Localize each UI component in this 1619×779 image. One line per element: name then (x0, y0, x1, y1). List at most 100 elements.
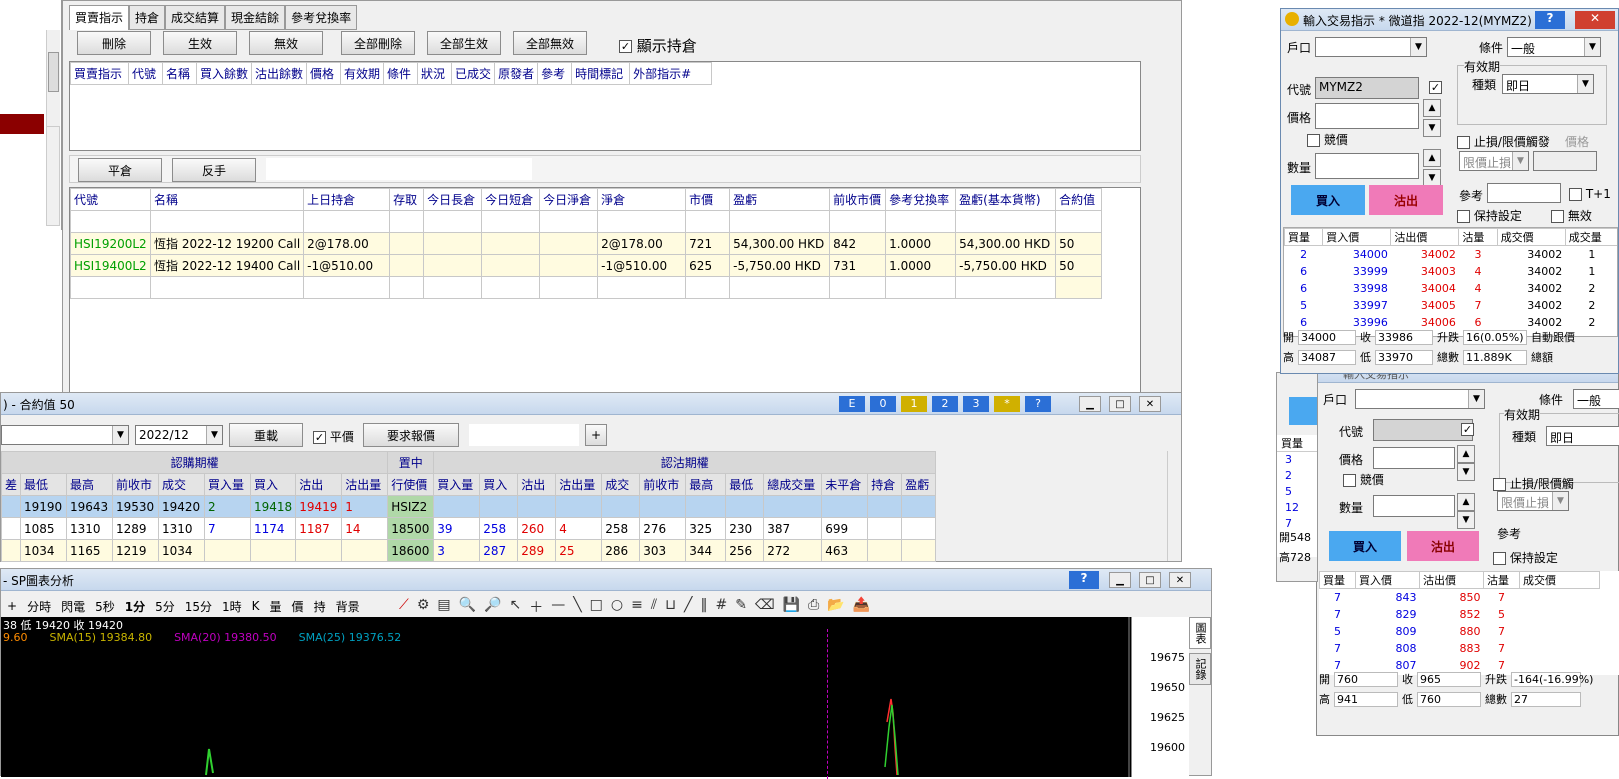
depth-row[interactable]: 6 33996 34006 6 34002 2 (1285, 314, 1618, 331)
orders-col-header[interactable]: 條件 (383, 62, 419, 85)
delete-all-button[interactable]: 全部刪除 (341, 31, 415, 55)
orders-col-header[interactable]: 外部指示# (629, 62, 713, 85)
depth-row[interactable]: 2 34000 34002 3 34002 1 (1285, 246, 1618, 263)
deactivate-all-button[interactable]: 全部無效 (513, 31, 587, 55)
help-button[interactable]: ? (1069, 571, 1099, 589)
order2-price-input[interactable] (1373, 447, 1455, 469)
order2-account-select[interactable]: ▼ (1355, 389, 1485, 409)
orders-col-header[interactable]: 沽出餘數 (251, 62, 308, 85)
chart-toolbar-item[interactable]: 量 (270, 598, 282, 615)
positions-col-header[interactable]: 今日淨倉 (539, 188, 599, 211)
orders-col-header[interactable]: 狀況 (417, 62, 453, 85)
positions-col-header[interactable]: 淨倉 (597, 188, 687, 211)
put-col-header[interactable]: 未平倉 (821, 473, 869, 496)
left-selected-row[interactable] (0, 114, 44, 134)
maximize-icon[interactable]: □ (1139, 572, 1161, 588)
order1-type-select[interactable]: 即日 ▼ (1502, 74, 1594, 94)
order1-buy-button[interactable]: 買入 (1291, 185, 1365, 215)
put-col-header[interactable]: 最低 (725, 473, 765, 496)
call-col-header[interactable]: 買入 (250, 473, 297, 496)
chart-toolbar-item[interactable]: + (7, 599, 17, 613)
chart-toolbar-item[interactable]: 價 (292, 598, 304, 615)
deactivate-button[interactable]: 無效 (249, 31, 323, 55)
maximize-icon[interactable]: □ (1109, 396, 1131, 412)
orders-col-header[interactable]: 有效期 (340, 62, 385, 85)
positions-col-header[interactable]: 前收市價 (829, 188, 887, 211)
orders-col-header[interactable]: 買入餘數 (195, 62, 253, 85)
channel-icon[interactable]: ≡ (631, 597, 643, 617)
order1-sell-button[interactable]: 沽出 (1369, 185, 1443, 215)
put-col-header[interactable]: 買入 (479, 473, 519, 496)
order1-keep-checkbox[interactable]: 保持設定 (1457, 207, 1522, 224)
order2-keep-checkbox[interactable]: 保持設定 (1493, 549, 1558, 566)
positions-col-header[interactable]: 名稱 (149, 188, 305, 211)
table-row[interactable]: 1034 1165 1219 1034 18600 3 287 289 25 286 303 344 2… (1, 539, 937, 562)
chart-toolbar-item[interactable]: 5秒 (95, 598, 115, 615)
order1-stop-select[interactable]: 限價止損 ▼ (1459, 151, 1529, 171)
put-col-header[interactable]: 前收市 (639, 473, 687, 496)
order2-bid-checkbox[interactable]: 競價 (1343, 471, 1384, 488)
minimize-icon[interactable]: ▁ (1109, 572, 1131, 588)
chart-toolbar-item[interactable]: 15分 (185, 598, 212, 615)
order2-price-down[interactable]: ▼ (1457, 463, 1475, 481)
call-col-header[interactable]: 差 (1, 473, 22, 496)
put-col-header[interactable]: 買入量 (433, 473, 481, 496)
order1-help-button[interactable]: ? (1535, 11, 1565, 29)
reload-button[interactable]: 重載 (229, 423, 303, 447)
positions-col-header[interactable]: 今日短倉 (481, 188, 541, 211)
request-quote-button[interactable]: 要求報價 (363, 423, 459, 447)
tab-orders[interactable]: 買賣指示 (69, 5, 130, 30)
positions-col-header[interactable]: 盈虧 (729, 188, 831, 211)
reverse-button[interactable]: 反手 (172, 158, 256, 182)
order2-qty-down[interactable]: ▼ (1457, 511, 1475, 529)
call-col-header[interactable]: 沽出 (295, 473, 343, 496)
orders-col-header[interactable]: 時間標記 (571, 62, 631, 85)
close-icon[interactable]: ✕ (1139, 396, 1161, 412)
order1-price-input[interactable] (1315, 103, 1419, 129)
export-icon[interactable]: 📤 (853, 597, 870, 617)
chart-toolbar-item[interactable]: 背景 (336, 598, 360, 615)
positions-col-header[interactable]: 今日長倉 (423, 188, 483, 211)
tab-positions[interactable]: 持倉 (129, 5, 166, 30)
print-icon[interactable]: ⎙ (808, 597, 819, 617)
positions-col-header[interactable]: 合約值 (1055, 188, 1103, 211)
options-toolbar-button[interactable]: * (994, 396, 1020, 412)
ruler-icon[interactable]: ⊔ (665, 597, 676, 617)
call-col-header[interactable]: 最高 (66, 473, 114, 496)
crosshair-icon[interactable]: ＋ (529, 597, 543, 617)
indicator-icon[interactable]: ⚙ (417, 597, 430, 617)
chart-toolbar-item[interactable]: 持 (314, 598, 326, 615)
show-positions-checkbox[interactable]: ✓ 顯示持倉 (619, 35, 697, 56)
order2-buy-button[interactable]: 買入 (1329, 531, 1401, 561)
flat-price-checkbox[interactable]: ✓ 平價 (313, 428, 354, 445)
positions-col-header[interactable]: 代號 (70, 188, 151, 211)
put-col-header[interactable]: 沽出 (517, 473, 557, 496)
chart-toolbar-item[interactable]: 5分 (155, 598, 175, 615)
tab-cash[interactable]: 現金結餘 (225, 5, 286, 30)
positions-filter-input[interactable] (266, 158, 532, 180)
tab-log[interactable]: 記錄 (1189, 653, 1211, 685)
strike-col-header[interactable]: 行使價 (387, 473, 435, 496)
positions-col-header[interactable]: 參考兌換率 (885, 188, 957, 211)
order1-price-up[interactable]: ▲ (1423, 99, 1441, 117)
chart-toolbar-item[interactable]: K (252, 599, 260, 613)
chart-toolbar-item[interactable]: 閃電 (61, 598, 85, 615)
order2-price-up[interactable]: ▲ (1457, 445, 1475, 463)
save-icon[interactable]: 💾 (783, 597, 800, 617)
left-scrollbar-2[interactable] (46, 126, 60, 226)
open-icon[interactable]: 📂 (827, 597, 844, 617)
ellipse-icon[interactable]: ○ (611, 597, 623, 617)
chart-toolbar-item[interactable]: 分時 (27, 598, 51, 615)
chart-canvas[interactable]: 38 低 19420 收 19420 9.60 SMA(15) 19384.80 S… (1, 617, 1131, 779)
positions-col-header[interactable]: 市價 (685, 188, 731, 211)
orders-col-header[interactable]: 原發者 (494, 62, 539, 85)
order2-qty-up[interactable]: ▲ (1457, 493, 1475, 511)
order2-stop-checkbox[interactable]: 止損/限價觸 (1493, 475, 1574, 492)
table-row[interactable]: HSI19400L2 恆指 2022-12 19400 Call -1@510.00… (70, 254, 1103, 277)
put-col-header[interactable]: 最高 (685, 473, 727, 496)
order1-condition-select[interactable]: 一般 ▼ (1507, 37, 1601, 57)
chart-type-icon[interactable]: ▤ (437, 597, 450, 617)
table-row[interactable]: 1085 1310 1289 1310 7 1174 1187 14 18500 39 258 260… (1, 517, 937, 540)
options-toolbar-button[interactable]: 3 (963, 396, 989, 412)
hline-icon[interactable]: — (551, 597, 565, 617)
